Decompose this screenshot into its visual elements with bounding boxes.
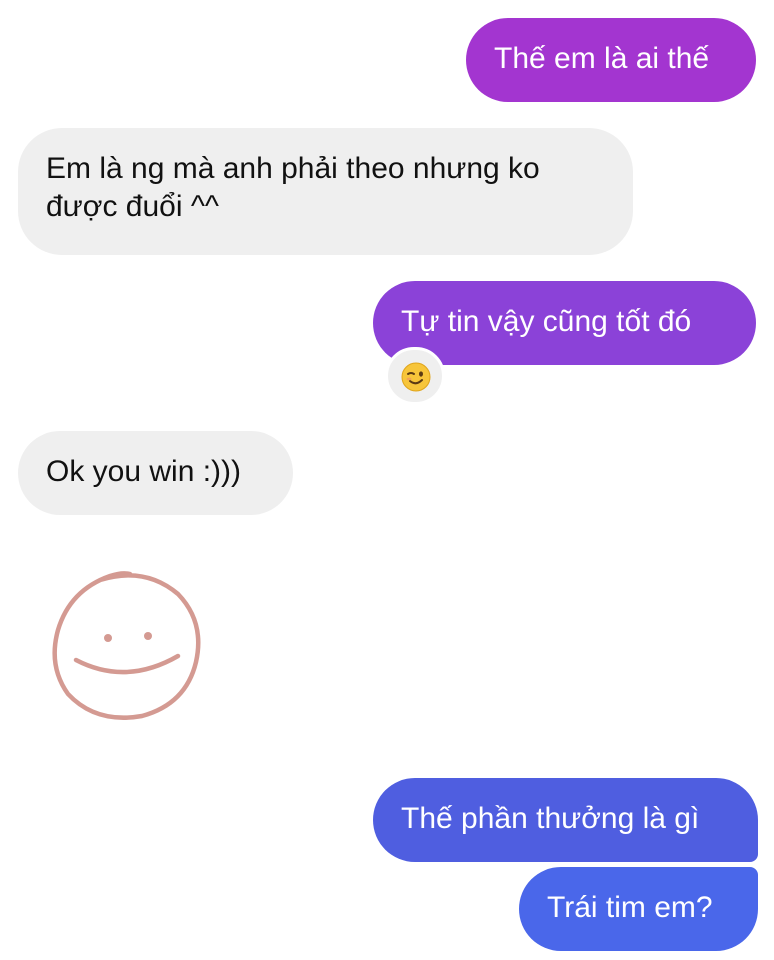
hand-drawn-smiley-icon[interactable] bbox=[50, 570, 205, 725]
message-text: Thế em là ai thế bbox=[494, 42, 710, 75]
message-bubble-sent[interactable]: Trái tim em? bbox=[519, 867, 758, 951]
reaction-badge[interactable] bbox=[385, 347, 445, 405]
message-bubble-sent[interactable]: Thế phần thưởng là gì bbox=[373, 778, 758, 862]
message-text: Tự tin vậy cũng tốt đó bbox=[401, 305, 692, 338]
message-bubble-received[interactable]: Em là ng mà anh phải theo nhưng ko được … bbox=[18, 128, 633, 255]
message-text: Trái tim em? bbox=[547, 891, 713, 924]
message-text: Em là ng mà anh phải theo nhưng ko được … bbox=[46, 152, 540, 223]
winking-face-icon bbox=[401, 362, 431, 392]
message-text: Thế phần thưởng là gì bbox=[401, 802, 700, 835]
message-text: Ok you win :))) bbox=[46, 455, 242, 488]
message-bubble-received[interactable]: Ok you win :))) bbox=[18, 431, 293, 515]
message-bubble-sent[interactable]: Thế em là ai thế bbox=[466, 18, 756, 102]
